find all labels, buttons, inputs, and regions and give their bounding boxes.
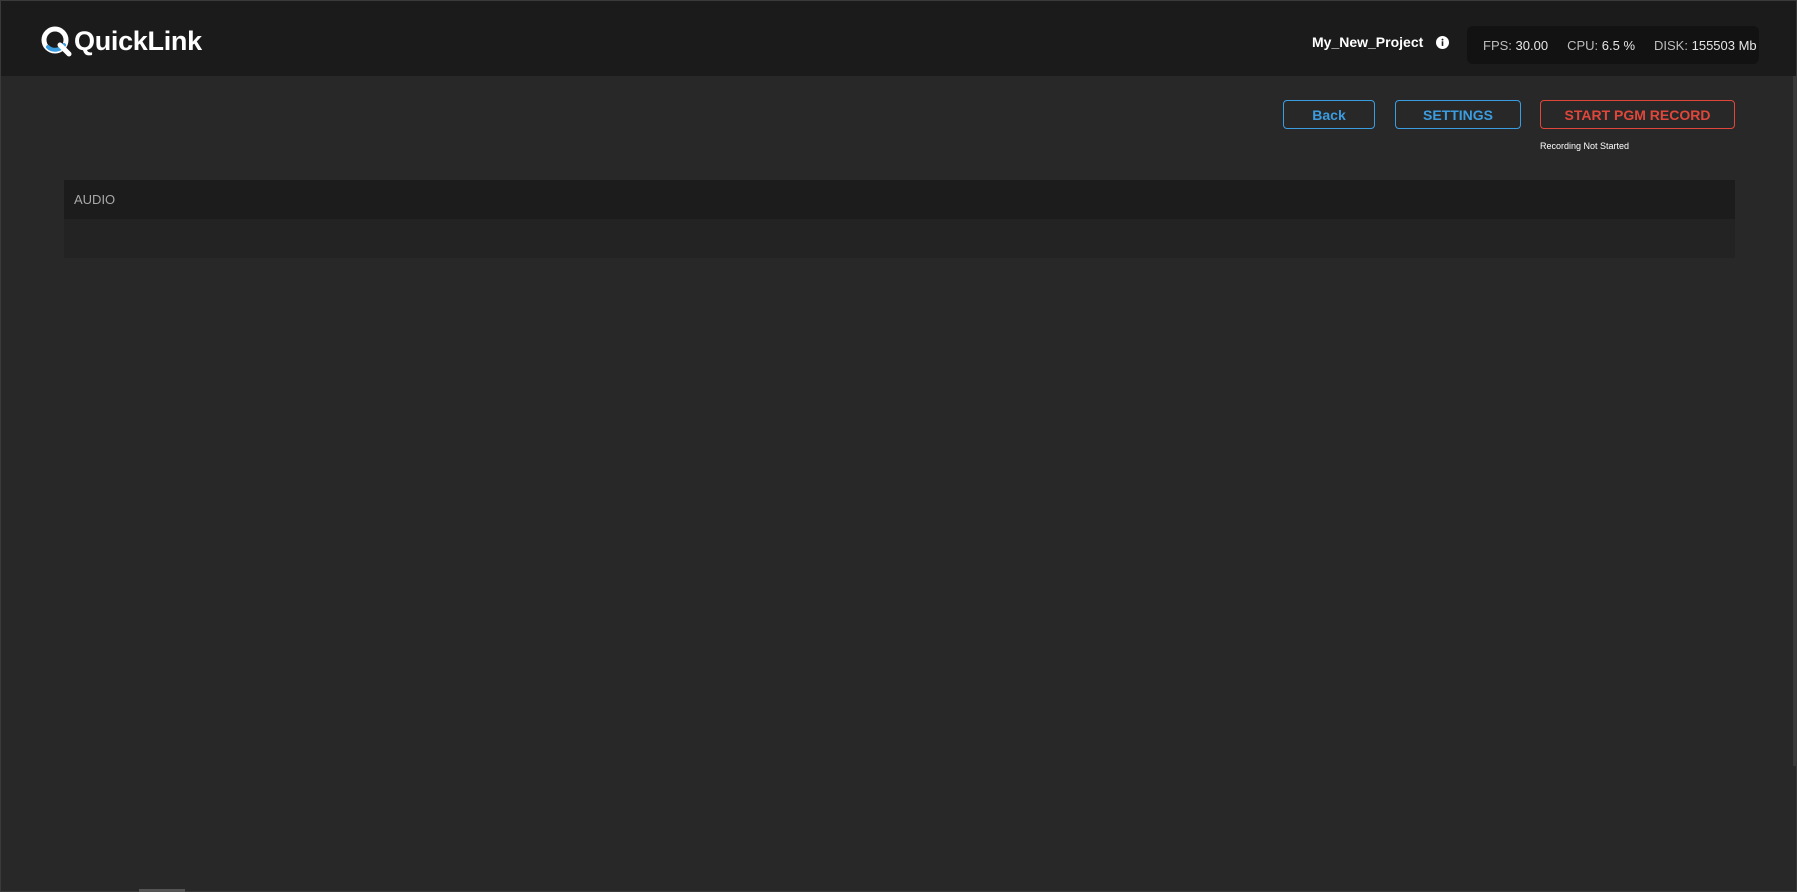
audio-panel: AUDIO bbox=[64, 180, 1735, 258]
cpu-label: CPU: bbox=[1567, 37, 1599, 53]
brand-name: QuickLink bbox=[74, 26, 202, 56]
project-info: My_New_Project bbox=[1312, 34, 1450, 50]
audio-panel-title: AUDIO bbox=[74, 192, 116, 207]
app-window: QuickLink My_New_Project FPS: 30.00 CPU:… bbox=[0, 0, 1797, 892]
recording-status: Recording Not Started bbox=[1540, 141, 1630, 151]
fps-stat: FPS: 30.00 bbox=[1483, 38, 1548, 53]
disk-stat: DISK: 155503 Mb bbox=[1654, 38, 1757, 53]
audio-panel-body bbox=[64, 219, 1735, 258]
start-pgm-record-button[interactable]: START PGM RECORD bbox=[1540, 100, 1735, 129]
cpu-stat: CPU: 6.5 % bbox=[1567, 38, 1635, 53]
system-stats: FPS: 30.00 CPU: 6.5 % DISK: 155503 Mb bbox=[1467, 26, 1759, 64]
audio-panel-header: AUDIO bbox=[64, 180, 1735, 219]
back-button[interactable]: Back bbox=[1283, 100, 1375, 129]
brand-logo: QuickLink bbox=[40, 25, 202, 57]
fps-label: FPS: bbox=[1483, 37, 1512, 53]
fps-value: 30.00 bbox=[1515, 37, 1549, 53]
project-name: My_New_Project bbox=[1312, 34, 1424, 50]
cpu-value: 6.5 % bbox=[1601, 37, 1636, 53]
disk-value: 155503 Mb bbox=[1691, 37, 1757, 53]
info-icon[interactable] bbox=[1436, 35, 1450, 49]
quicklink-logo-icon bbox=[41, 26, 72, 57]
vertical-scrollbar[interactable] bbox=[1793, 76, 1796, 766]
top-header: QuickLink My_New_Project FPS: 30.00 CPU:… bbox=[1, 1, 1796, 76]
disk-label: DISK: bbox=[1654, 37, 1688, 53]
settings-button[interactable]: SETTINGS bbox=[1395, 100, 1521, 129]
